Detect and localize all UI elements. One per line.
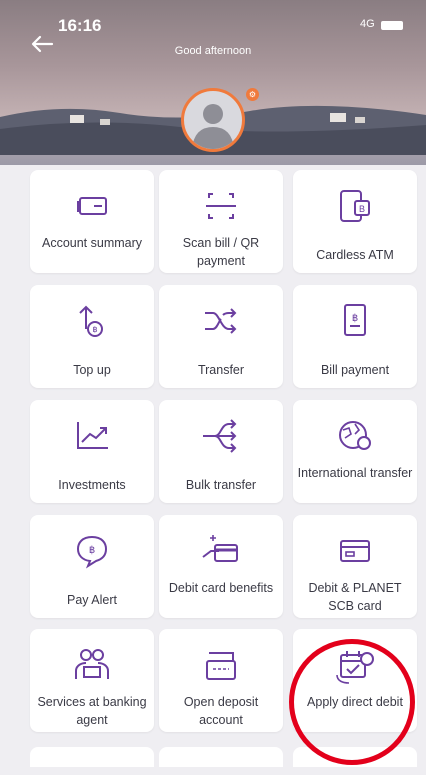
tile-label: Investments xyxy=(58,478,126,492)
svg-text:B: B xyxy=(359,204,365,214)
tile-label: International transfer xyxy=(297,466,413,480)
tile-international-transfer[interactable]: International transfer xyxy=(293,400,417,503)
pay-alert-icon: ฿ xyxy=(76,535,108,569)
tile-banking-agent[interactable]: Services at banking agent xyxy=(30,629,154,732)
highlight-circle xyxy=(289,639,415,765)
tile-label: Debit & PLANET SCB card xyxy=(308,581,402,613)
tile-open-deposit[interactable]: Open deposit account xyxy=(159,629,283,732)
tile-label: Services at banking agent xyxy=(37,695,147,727)
tile-label: Scan bill / QR payment xyxy=(182,236,260,268)
svg-text:฿: ฿ xyxy=(89,545,95,556)
tile-transfer[interactable]: Transfer xyxy=(159,285,283,388)
tile-cardless-atm[interactable]: B Cardless ATM xyxy=(293,170,417,273)
tile-account-summary[interactable]: Account summary xyxy=(30,170,154,273)
bill-payment-icon: ฿ xyxy=(344,304,366,336)
tile-label: Account summary xyxy=(41,236,143,250)
debit-planet-card-icon xyxy=(340,540,370,562)
bulk-transfer-icon xyxy=(203,419,237,453)
tile-debit-card-benefits[interactable]: Debit card benefits xyxy=(159,515,283,618)
user-silhouette-icon xyxy=(192,104,234,149)
tile-label: Cardless ATM xyxy=(316,248,394,262)
tile-label: Debit card benefits xyxy=(168,581,274,595)
tile-scan-qr[interactable]: Scan bill / QR payment xyxy=(159,170,283,273)
cardless-atm-icon: B xyxy=(340,190,370,222)
tile-bill-payment[interactable]: ฿ Bill payment xyxy=(293,285,417,388)
tile-investments[interactable]: Investments xyxy=(30,400,154,503)
tile-label: Pay Alert xyxy=(66,593,118,607)
tile-label: Transfer xyxy=(197,363,245,377)
transfer-icon xyxy=(205,308,237,334)
network-type: 4G xyxy=(360,18,375,30)
tile-debit-planet-card[interactable]: Debit & PLANET SCB card xyxy=(293,515,417,618)
tile-partial[interactable] xyxy=(30,747,154,767)
globe-icon xyxy=(339,421,371,450)
top-up-icon: ฿ xyxy=(79,305,103,337)
account-summary-icon xyxy=(77,197,107,215)
tile-top-up[interactable]: ฿ Top up xyxy=(30,285,154,388)
debit-card-benefits-icon xyxy=(202,535,238,562)
tile-label: Bulk transfer xyxy=(185,478,257,492)
tile-bulk-transfer[interactable]: Bulk transfer xyxy=(159,400,283,503)
tile-label: Top up xyxy=(73,363,111,377)
status-bar: 16:16 4G xyxy=(0,0,426,36)
tile-label: Open deposit account xyxy=(183,695,259,727)
settings-badge-icon[interactable]: ⚙ xyxy=(246,88,259,101)
svg-text:฿: ฿ xyxy=(92,325,97,334)
open-deposit-icon xyxy=(206,652,236,680)
banking-agent-icon xyxy=(75,649,109,679)
tile-pay-alert[interactable]: ฿ Pay Alert xyxy=(30,515,154,618)
scan-qr-icon xyxy=(206,193,236,219)
avatar[interactable] xyxy=(181,88,245,152)
greeting-text: Good afternoon xyxy=(174,45,252,57)
tile-partial[interactable] xyxy=(159,747,283,767)
status-time: 16:16 xyxy=(58,16,102,35)
battery-icon xyxy=(381,21,403,30)
tile-label: Bill payment xyxy=(320,363,390,377)
investments-icon xyxy=(77,422,108,449)
svg-text:฿: ฿ xyxy=(352,313,358,324)
